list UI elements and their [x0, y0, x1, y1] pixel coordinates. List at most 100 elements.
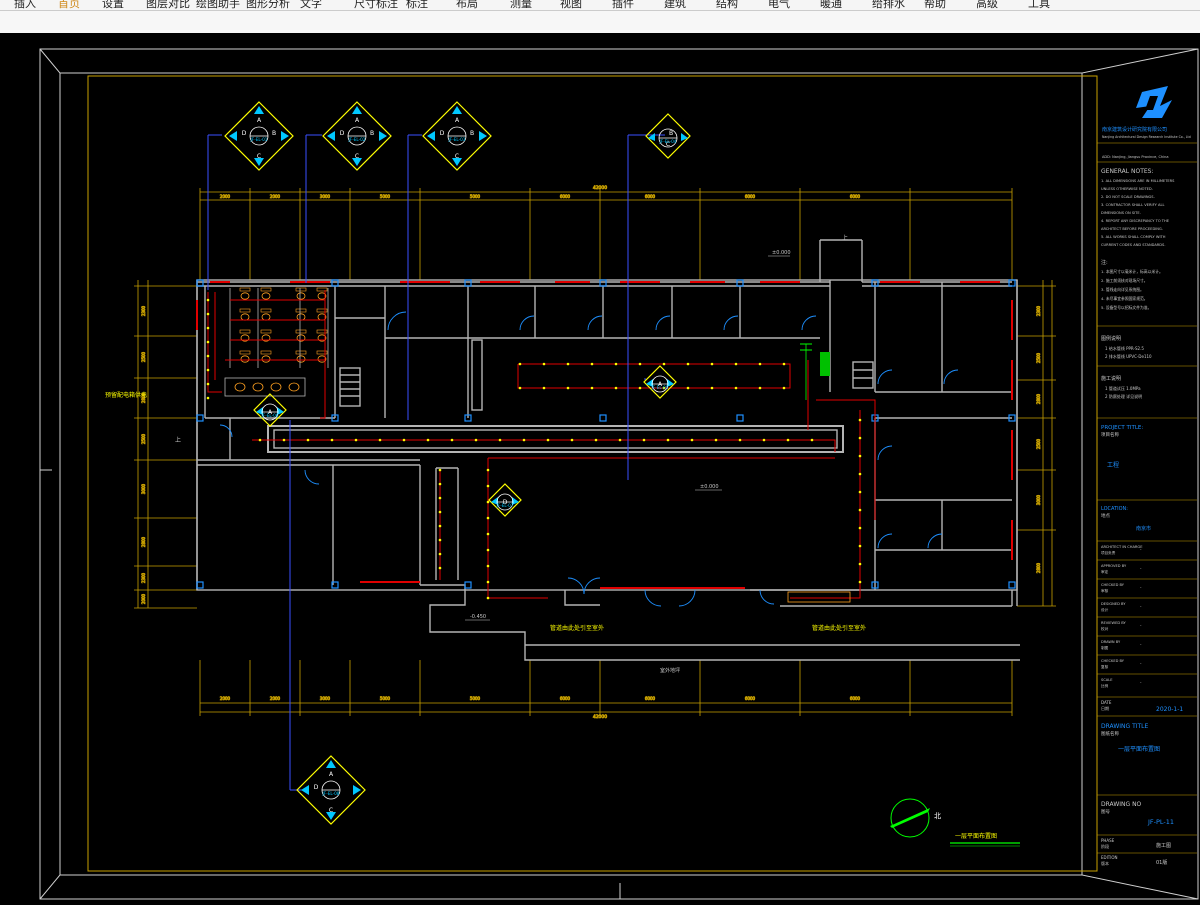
menu-item[interactable]: 测量	[510, 0, 532, 10]
pipe-fitting	[438, 552, 442, 556]
menu-item[interactable]: 图层对比	[146, 0, 190, 10]
pipe-fitting	[282, 438, 286, 442]
pipe-fitting	[206, 396, 210, 400]
pipe-fitting	[498, 438, 502, 442]
north-arrow: 北 一层平面布置图	[890, 798, 1020, 847]
detail-callout[interactable]: AJF-EL-06	[253, 393, 287, 427]
callout-arrow-top	[254, 106, 264, 114]
detail-callout[interactable]: A D B C JF-EL-03	[422, 101, 492, 171]
callout-letter-right: B	[470, 130, 474, 137]
toilet-fixture	[296, 292, 306, 300]
menu-item[interactable]: 设置	[102, 0, 124, 10]
menu-item[interactable]: 工具	[1028, 0, 1050, 10]
location-value: 南京市	[1136, 525, 1151, 532]
callout-arrow-left	[327, 131, 335, 141]
door-arc	[387, 311, 407, 331]
pipe-run	[252, 439, 836, 452]
dim-text-right: 2800	[1036, 562, 1041, 573]
toilet-fixture	[296, 355, 306, 363]
pipe-fitting	[438, 566, 442, 570]
location-cn: 地点	[1101, 512, 1110, 519]
dim-text-bottom: 6000	[745, 696, 756, 701]
legend2-item: 2 防腐处理 详见说明	[1105, 393, 1142, 399]
pipe-fitting	[486, 532, 490, 536]
company-name-en: Nanjing Architectural Design Research In…	[1102, 135, 1191, 139]
menu-item[interactable]: 帮助	[924, 0, 946, 10]
menu-item[interactable]: 尺寸标注	[354, 0, 398, 10]
callout-arrow-right	[353, 785, 361, 795]
toilet-fixture	[261, 292, 271, 300]
pipe-header	[787, 591, 851, 603]
menu-item[interactable]: 暖通	[820, 0, 842, 10]
menu-item[interactable]: 电气	[768, 0, 790, 10]
pipe-fitting	[438, 510, 442, 514]
pipe-fitting	[206, 298, 210, 302]
company-address: ADD: Nanjing, Jiangsu Province, China	[1102, 155, 1169, 159]
menu-item[interactable]: 首页	[58, 0, 80, 10]
pipe-fitting	[858, 562, 862, 566]
dim-text-bottom: 6000	[645, 696, 656, 701]
pipe-fitting	[714, 438, 718, 442]
menu-item[interactable]: 结构	[716, 0, 738, 10]
toilet-tank	[260, 308, 272, 313]
column	[464, 581, 472, 589]
pipe-fitting	[486, 468, 490, 472]
detail-callout[interactable]: BCJF-EL-04	[645, 113, 691, 159]
dim-text-bottom: 5000	[380, 696, 391, 701]
callout-code: JF-EL-01	[250, 137, 268, 142]
phase-cn: 阶段	[1101, 843, 1109, 849]
company-name-cn: 南京建筑设计研究院有限公司	[1102, 126, 1167, 133]
pipe-fitting	[206, 354, 210, 358]
bottom-ground-label: 室外地坪	[660, 667, 680, 674]
menu-item[interactable]: 图形分析	[246, 0, 290, 10]
callout-code: JF-EL-04	[659, 139, 677, 144]
menu-item[interactable]: 布局	[456, 0, 478, 10]
level-mid-label: ±0.000	[700, 484, 719, 490]
menu-item[interactable]: 给排水	[872, 0, 905, 10]
detail-callouts[interactable]: AD BCJF-EL-01AD BCJF-EL-02AD BCJF-EL-03BCJF…	[224, 101, 691, 825]
pipe-fitting	[782, 362, 786, 366]
door-arc	[644, 589, 662, 607]
pipe-fitting	[642, 438, 646, 442]
cad-drawing[interactable]: 42000 2000 2000 3000 5000 5000 6000 6000 6000 600…	[0, 33, 1200, 901]
toilet-fixture	[261, 355, 271, 363]
dim-text-left: 2500	[141, 351, 146, 362]
detail-callout[interactable]: A D C JF-EL-08	[296, 755, 366, 825]
window-marks	[196, 281, 1013, 589]
tb-row-value: -	[1140, 604, 1142, 609]
door-arc	[583, 577, 601, 595]
menu-item[interactable]: 文字	[300, 0, 322, 10]
dim-text-left: 2300	[141, 305, 146, 316]
column	[196, 414, 204, 422]
pipe-fitting	[402, 438, 406, 442]
menu-item[interactable]: 视图	[560, 0, 582, 10]
company-logo	[1136, 86, 1172, 118]
callout-arrow-right	[281, 131, 289, 141]
detail-callout[interactable]: DJF-EL-07	[488, 483, 522, 517]
menu-item[interactable]: 插件	[612, 0, 634, 10]
menu-item[interactable]: 绘图助手	[196, 0, 240, 10]
pipe-fitting	[734, 386, 738, 390]
callout-code: JF-EL-08	[322, 791, 340, 796]
column	[196, 581, 204, 589]
drawing-canvas[interactable]: 42000 2000 2000 3000 5000 5000 6000 6000 6000 600…	[0, 33, 1200, 901]
menu-item[interactable]: 建筑	[664, 0, 686, 10]
detail-callout[interactable]: AJF-EL-05	[643, 365, 677, 399]
general-note: CURRENT CODES AND STANDARDS.	[1101, 243, 1165, 247]
menu-item[interactable]: 标注	[406, 0, 428, 10]
dim-text-top: 5000	[470, 194, 481, 199]
detail-callout[interactable]: A D B C JF-EL-02	[322, 101, 392, 171]
detail-callout[interactable]: A D B C JF-EL-01	[224, 101, 294, 171]
callout-letter-bottom: C	[329, 807, 333, 814]
wash-basin	[270, 382, 282, 392]
dim-text-left: 2300	[141, 572, 146, 583]
general-note: 4. REPORT ANY DISCREPANCY TO THE	[1101, 219, 1170, 223]
callout-arrow-left	[427, 131, 435, 141]
tb-row-label: ARCHITECT IN CHARGE	[1101, 545, 1143, 549]
pipe-fitting	[858, 454, 862, 458]
menu-item[interactable]: 高级	[976, 0, 998, 10]
toilet-fixture	[240, 292, 250, 300]
callout-letter-top: A	[455, 117, 460, 124]
legend2-title: 施工说明	[1101, 375, 1121, 382]
menu-item[interactable]: 插入	[14, 0, 36, 10]
